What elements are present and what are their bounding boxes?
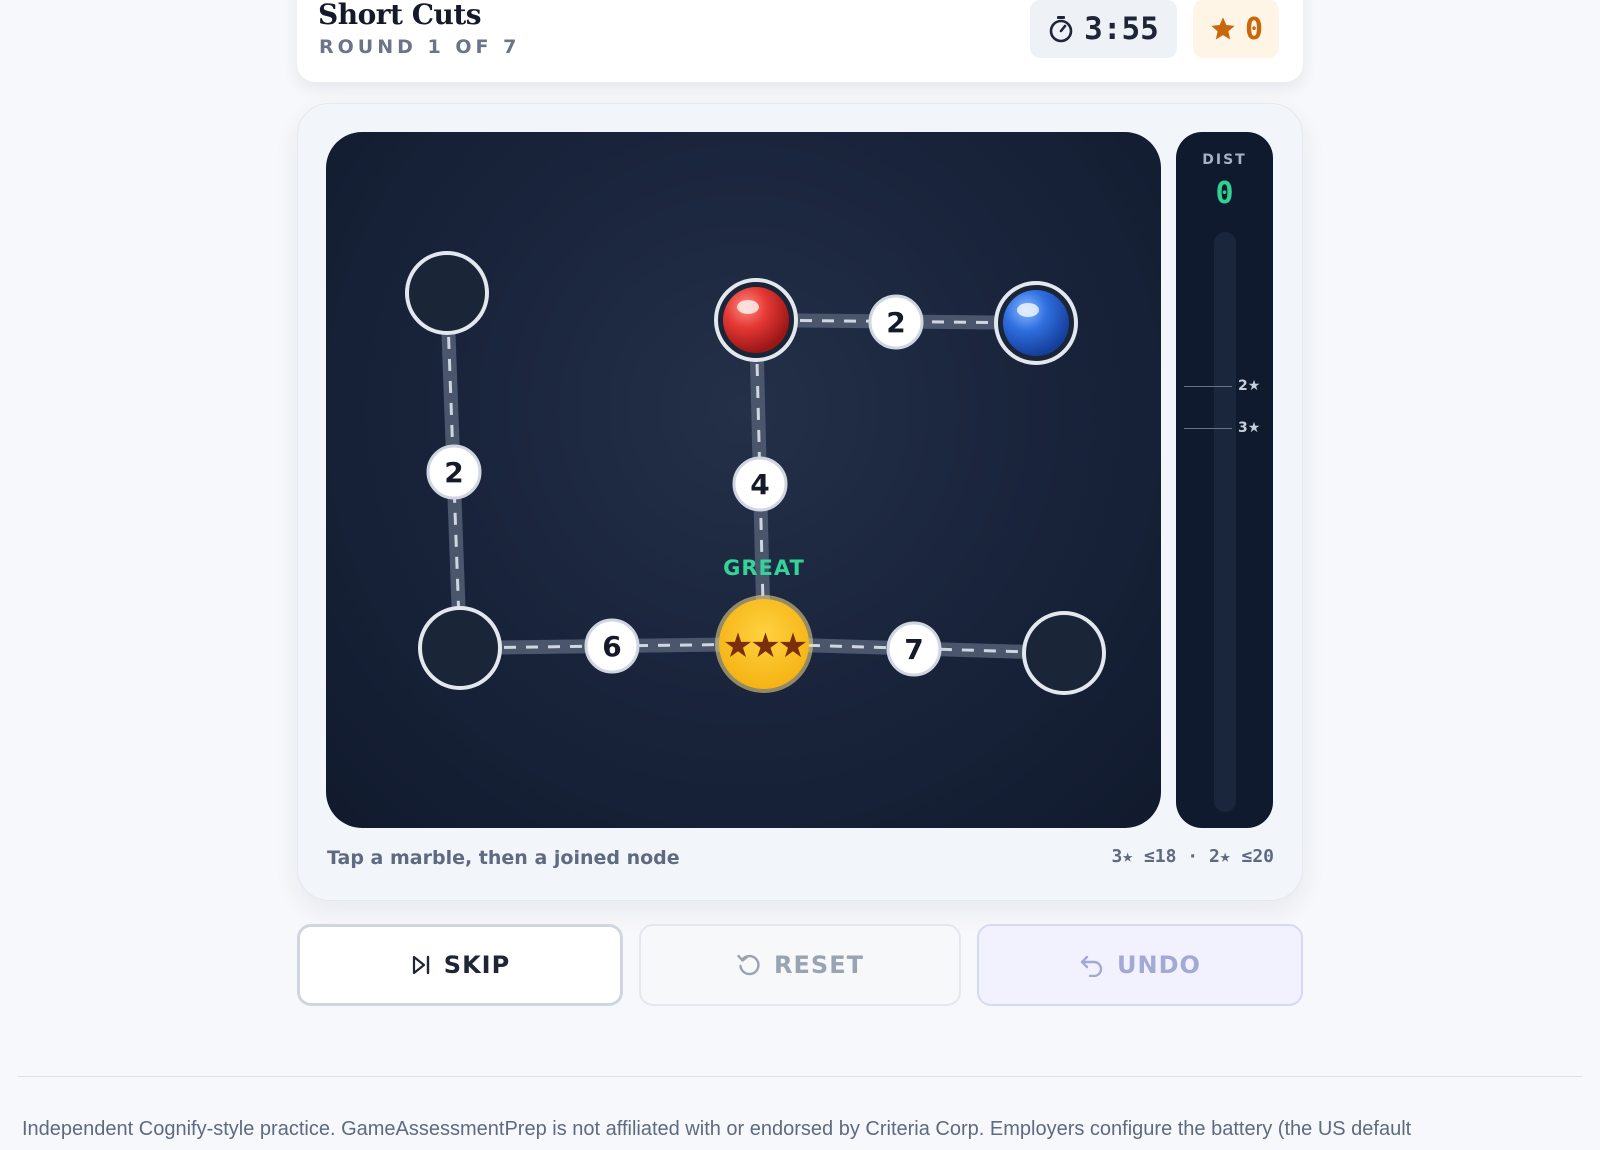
svg-text:7: 7 <box>904 633 923 666</box>
stopwatch-icon <box>1049 16 1073 43</box>
graph: ★★★ GREAT 2 2 4 6 7 <box>405 251 1106 695</box>
svg-text:4: 4 <box>750 468 769 501</box>
timer: 3:55 <box>1030 0 1177 58</box>
undo-icon <box>1080 955 1103 977</box>
game-board: ★★★ GREAT 2 2 4 6 7 <box>326 132 1161 828</box>
instruction-text: Tap a marble, then a joined node <box>327 847 680 869</box>
reset-button[interactable]: RESET <box>639 924 961 1006</box>
weight-badge-middle: 4 <box>732 456 788 512</box>
threshold-2-star: 2★ <box>1184 376 1260 396</box>
node-top-left[interactable] <box>405 251 489 335</box>
svg-text:2: 2 <box>886 306 905 339</box>
undo-label: UNDO <box>1117 951 1201 979</box>
star-score: 0 <box>1193 0 1279 58</box>
weight-badge-top: 2 <box>868 294 924 350</box>
distance-label: DIST <box>1202 152 1247 168</box>
skip-button[interactable]: SKIP <box>297 924 623 1006</box>
node-bottom-left[interactable] <box>418 606 502 690</box>
distance-meter <box>1214 232 1236 812</box>
star-icon <box>1211 17 1235 40</box>
footer-divider <box>18 1076 1582 1077</box>
reset-icon <box>737 954 760 976</box>
skip-label: SKIP <box>443 951 511 979</box>
weight-badge-bottom-right: 7 <box>886 621 942 677</box>
threshold-3-star: 3★ <box>1184 418 1260 438</box>
distance-panel: DIST 0 2★ 3★ <box>1176 132 1273 828</box>
round-indicator: ROUND 1 OF 7 <box>319 36 521 58</box>
undo-button[interactable]: UNDO <box>977 924 1303 1006</box>
svg-text:6: 6 <box>602 630 621 663</box>
timer-value: 3:55 <box>1084 11 1159 47</box>
header-card: Short Cuts ROUND 1 OF 7 3:55 0 <box>297 0 1303 82</box>
node-bottom-right[interactable] <box>1022 611 1106 695</box>
footer-disclaimer: Independent Cognify-style practice. Game… <box>22 1118 1412 1140</box>
weight-badge-left: 2 <box>426 444 482 500</box>
svg-text:2: 2 <box>444 456 463 489</box>
star-thresholds: 3★ ≤18 · 2★ ≤20 <box>1111 846 1274 867</box>
game-title: Short Cuts <box>318 0 482 31</box>
weight-badge-bottom-left: 6 <box>584 618 640 674</box>
star-score-value: 0 <box>1244 11 1264 47</box>
target-stars-icon: ★★★ <box>723 626 807 666</box>
blue-marble[interactable] <box>994 281 1078 365</box>
red-marble[interactable] <box>714 278 798 362</box>
distance-value: 0 <box>1215 176 1234 211</box>
target-node[interactable]: ★★★ <box>715 595 813 693</box>
reset-label: RESET <box>774 951 864 979</box>
feedback-label: GREAT <box>723 556 805 580</box>
skip-icon <box>412 955 429 975</box>
